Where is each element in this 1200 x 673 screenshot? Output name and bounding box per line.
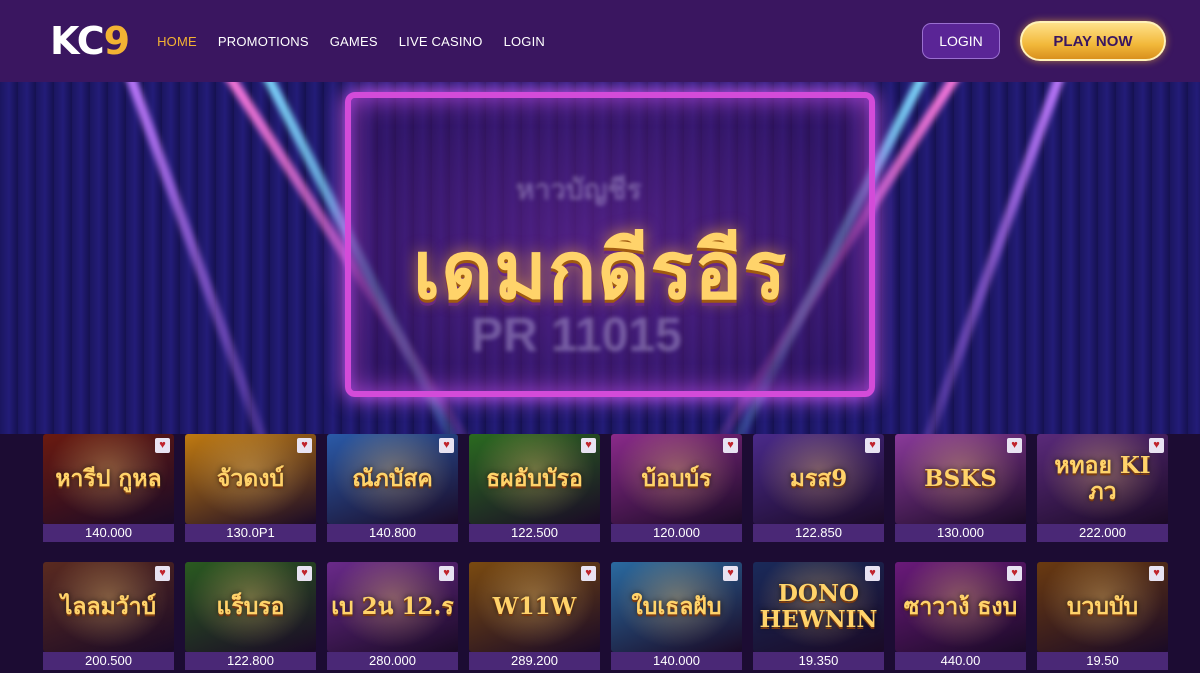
game-amount: 280.000 <box>327 652 458 670</box>
game-card[interactable]: DONO HEWNIN ♥ 19.350 <box>753 562 884 673</box>
nav-home[interactable]: HOME <box>157 34 197 49</box>
nav-promotions[interactable]: PROMOTIONS <box>218 34 309 49</box>
game-title: W11W <box>492 593 577 620</box>
game-title: BSKS <box>924 465 997 492</box>
login-button[interactable]: LOGIN <box>922 23 1000 59</box>
game-amount: 140.000 <box>611 652 742 670</box>
favorite-icon[interactable]: ♥ <box>581 566 596 581</box>
game-card[interactable]: หารีป กูหล ♥ 140.000 <box>43 434 174 547</box>
favorite-icon[interactable]: ♥ <box>439 438 454 453</box>
game-thumbnail[interactable]: ไลลมวัาบ์ ♥ <box>43 562 174 652</box>
game-amount: 222.000 <box>1037 524 1168 542</box>
game-thumbnail[interactable]: หทอย KI ภว ♥ <box>1037 434 1168 524</box>
game-amount: 140.000 <box>43 524 174 542</box>
game-thumbnail[interactable]: ใบเธลฝับ ♥ <box>611 562 742 652</box>
favorite-icon[interactable]: ♥ <box>155 438 170 453</box>
favorite-icon[interactable]: ♥ <box>581 438 596 453</box>
game-thumbnail[interactable]: ธผอับบัรอ ♥ <box>469 434 600 524</box>
game-card[interactable]: W11W ♥ 289.200 <box>469 562 600 673</box>
favorite-icon[interactable]: ♥ <box>1007 566 1022 581</box>
game-card[interactable]: บ้อบบ์ร ♥ 120.000 <box>611 434 742 547</box>
game-card[interactable]: ธผอับบัรอ ♥ 122.500 <box>469 434 600 547</box>
logo[interactable]: KC9 <box>50 19 130 63</box>
favorite-icon[interactable]: ♥ <box>723 566 738 581</box>
game-thumbnail[interactable]: จัวดงบ์ ♥ <box>185 434 316 524</box>
game-amount: 440.00 <box>895 652 1026 670</box>
play-now-button[interactable]: PLAY NOW <box>1020 21 1166 61</box>
nav-games[interactable]: GAMES <box>330 34 378 49</box>
nav-login[interactable]: LOGIN <box>504 34 545 49</box>
game-amount: 130.0P1 <box>185 524 316 542</box>
game-thumbnail[interactable]: เบ 2น 12.ร ♥ <box>327 562 458 652</box>
game-card[interactable]: ซาวาง้ ธงบ ♥ 440.00 <box>895 562 1026 673</box>
site-header: KC9 HOME PROMOTIONS GAMES LIVE CASINO LO… <box>0 0 1200 82</box>
game-title: บวบบับ <box>1066 593 1139 620</box>
game-thumbnail[interactable]: บ้อบบ์ร ♥ <box>611 434 742 524</box>
hero-banner[interactable]: หาวบัญชีร PR 11015 เดมกดีรอีร <box>0 82 1200 434</box>
game-amount: 140.800 <box>327 524 458 542</box>
game-title: ซาวาง้ ธงบ <box>903 593 1018 620</box>
faded-sign-text: หาวบัญชีร <box>516 174 642 205</box>
game-title: แร็บรอ <box>216 593 285 620</box>
favorite-icon[interactable]: ♥ <box>865 438 880 453</box>
game-thumbnail[interactable]: มรส9 ♥ <box>753 434 884 524</box>
game-card[interactable]: หทอย KI ภว ♥ 222.000 <box>1037 434 1168 547</box>
game-grid: หารีป กูหล ♥ 140.000 จัวดงบ์ ♥ 130.0P1 ณัภบัสค… <box>43 434 1173 673</box>
main-nav: HOME PROMOTIONS GAMES LIVE CASINO LOGIN <box>157 34 545 49</box>
game-title: หารีป กูหล <box>55 465 162 492</box>
game-thumbnail[interactable]: W11W ♥ <box>469 562 600 652</box>
game-card[interactable]: ใบเธลฝับ ♥ 140.000 <box>611 562 742 673</box>
game-card[interactable]: แร็บรอ ♥ 122.800 <box>185 562 316 673</box>
game-card[interactable]: จัวดงบ์ ♥ 130.0P1 <box>185 434 316 547</box>
favorite-icon[interactable]: ♥ <box>439 566 454 581</box>
game-amount: 289.200 <box>469 652 600 670</box>
game-title: บ้อบบ์ร <box>641 465 712 492</box>
favorite-icon[interactable]: ♥ <box>1149 566 1164 581</box>
game-card[interactable]: บวบบับ ♥ 19.50 <box>1037 562 1168 673</box>
game-thumbnail[interactable]: DONO HEWNIN ♥ <box>753 562 884 652</box>
header-actions: LOGIN PLAY NOW <box>922 21 1166 61</box>
game-amount: 122.500 <box>469 524 600 542</box>
game-title: มรส9 <box>789 465 848 492</box>
game-amount: 200.500 <box>43 652 174 670</box>
game-thumbnail[interactable]: BSKS ♥ <box>895 434 1026 524</box>
game-amount: 122.850 <box>753 524 884 542</box>
game-amount: 19.350 <box>753 652 884 670</box>
game-thumbnail[interactable]: ซาวาง้ ธงบ ♥ <box>895 562 1026 652</box>
favorite-icon[interactable]: ♥ <box>297 566 312 581</box>
favorite-icon[interactable]: ♥ <box>723 438 738 453</box>
game-title: เบ 2น 12.ร <box>331 593 454 620</box>
game-title: DONO HEWNIN <box>759 580 878 633</box>
game-amount: 130.000 <box>895 524 1026 542</box>
favorite-icon[interactable]: ♥ <box>1007 438 1022 453</box>
game-amount: 19.50 <box>1037 652 1168 670</box>
favorite-icon[interactable]: ♥ <box>1149 438 1164 453</box>
game-title: ไลลมวัาบ์ <box>60 593 157 620</box>
game-card[interactable]: ณัภบัสค ♥ 140.800 <box>327 434 458 547</box>
game-title: ธผอับบัรอ <box>486 465 583 492</box>
game-title: ใบเธลฝับ <box>631 593 722 620</box>
game-card[interactable]: BSKS ♥ 130.000 <box>895 434 1026 547</box>
game-thumbnail[interactable]: บวบบับ ♥ <box>1037 562 1168 652</box>
game-title: ณัภบัสค <box>352 465 433 492</box>
page: KC9 HOME PROMOTIONS GAMES LIVE CASINO LO… <box>0 0 1200 673</box>
game-amount: 120.000 <box>611 524 742 542</box>
game-title: จัวดงบ์ <box>216 465 285 492</box>
favorite-icon[interactable]: ♥ <box>155 566 170 581</box>
game-card[interactable]: เบ 2น 12.ร ♥ 280.000 <box>327 562 458 673</box>
nav-live-casino[interactable]: LIVE CASINO <box>399 34 483 49</box>
game-title: หทอย KI ภว <box>1054 452 1151 505</box>
favorite-icon[interactable]: ♥ <box>865 566 880 581</box>
game-thumbnail[interactable]: หารีป กูหล ♥ <box>43 434 174 524</box>
game-amount: 122.800 <box>185 652 316 670</box>
game-thumbnail[interactable]: ณัภบัสค ♥ <box>327 434 458 524</box>
hero-title: เดมกดีรอีร <box>412 223 788 317</box>
game-card[interactable]: ไลลมวัาบ์ ♥ 200.500 <box>43 562 174 673</box>
game-thumbnail[interactable]: แร็บรอ ♥ <box>185 562 316 652</box>
game-card[interactable]: มรส9 ♥ 122.850 <box>753 434 884 547</box>
favorite-icon[interactable]: ♥ <box>297 438 312 453</box>
